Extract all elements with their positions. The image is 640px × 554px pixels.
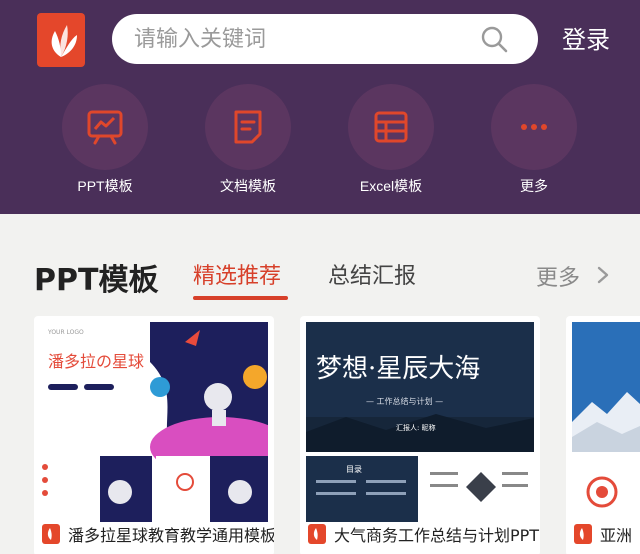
- more-icon: [521, 124, 547, 130]
- more-link[interactable]: 更多: [536, 260, 580, 292]
- chevron-right-icon[interactable]: [596, 265, 610, 285]
- template-card[interactable]: 亚洲（: [566, 316, 640, 554]
- tab-featured[interactable]: 精选推荐: [193, 258, 281, 290]
- category-label: 更多: [520, 178, 548, 194]
- thumb-title-text: 梦想·星辰大海: [316, 354, 480, 384]
- category-ppt[interactable]: PPT模板: [50, 84, 160, 196]
- app-header: 登录 PPT模板 文档模板: [0, 0, 640, 214]
- category-doc-circle[interactable]: [205, 84, 291, 170]
- thumb-subtitle-text: — 工作总结与计划 —: [366, 396, 443, 406]
- search-icon[interactable]: [480, 25, 508, 53]
- thumb-title-text: 潘多拉の星球: [48, 352, 144, 371]
- thumb-logo-text: YOUR LOGO: [47, 329, 84, 336]
- category-label: PPT模板: [77, 178, 133, 194]
- thumb-presenter-text: 汇报人: 昵称: [396, 423, 436, 432]
- tab-summary-report[interactable]: 总结汇报: [328, 258, 416, 290]
- search-bar[interactable]: [112, 14, 538, 64]
- category-excel-circle[interactable]: [348, 84, 434, 170]
- spreadsheet-icon: [374, 111, 408, 143]
- category-more-circle[interactable]: [491, 84, 577, 170]
- document-icon: [234, 110, 262, 144]
- category-label: Excel模板: [359, 178, 423, 194]
- category-ppt-circle[interactable]: [62, 84, 148, 170]
- template-thumbnail[interactable]: YOUR LOGO 潘多拉の星球: [40, 322, 268, 522]
- active-tab-indicator: [193, 296, 288, 300]
- category-more[interactable]: 更多: [479, 84, 589, 196]
- template-card[interactable]: YOUR LOGO 潘多拉の星球 潘多拉星球教育教学通用模板: [34, 316, 274, 554]
- thumb-toc-text: 目录: [346, 465, 362, 474]
- login-button[interactable]: 登录: [562, 20, 610, 55]
- presentation-icon: [87, 110, 123, 145]
- template-type-icon: [574, 524, 592, 544]
- app-logo[interactable]: [37, 13, 85, 67]
- section-title: PPT模板: [34, 263, 159, 298]
- category-label: 文档模板: [220, 178, 276, 194]
- template-card[interactable]: 梦想·星辰大海 — 工作总结与计划 — 汇报人: 昵称 目录 大气商务工作总结与…: [300, 316, 540, 554]
- category-excel[interactable]: Excel模板: [336, 84, 446, 196]
- card-title[interactable]: 潘多拉星球教育教学通用模板: [68, 522, 274, 546]
- template-thumbnail[interactable]: [572, 322, 640, 522]
- card-title[interactable]: 亚洲（: [600, 522, 640, 546]
- search-input[interactable]: [134, 22, 464, 56]
- template-type-icon: [42, 524, 60, 544]
- card-title[interactable]: 大气商务工作总结与计划PPT: [334, 522, 539, 546]
- template-type-icon: [308, 524, 326, 544]
- leaf-logo-icon: [51, 25, 77, 57]
- template-thumbnail[interactable]: 梦想·星辰大海 — 工作总结与计划 — 汇报人: 昵称 目录: [306, 322, 534, 522]
- category-doc[interactable]: 文档模板: [193, 84, 303, 196]
